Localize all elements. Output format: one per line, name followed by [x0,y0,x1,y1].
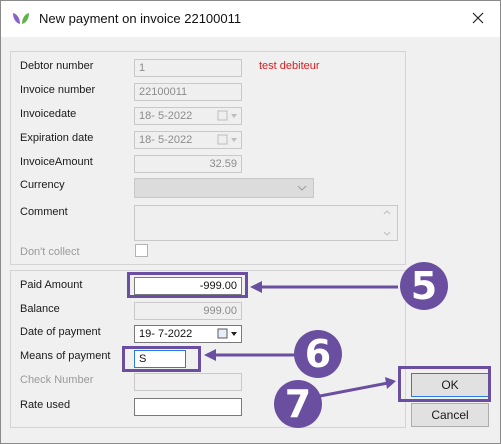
means-of-payment-highlight [122,346,201,372]
check-number-field [134,373,242,391]
paid-amount-label: Paid Amount [20,279,83,291]
step-7-number: 7 [284,382,312,426]
window-title: New payment on invoice 22100011 [39,11,242,26]
check-number-label: Check Number [20,374,94,386]
chevron-down-icon [297,185,307,191]
rate-used-input[interactable] [134,398,242,416]
means-of-payment-label: Means of payment [20,350,111,362]
debtor-number-label: Debtor number [20,60,94,72]
step-5-number: 5 [410,264,438,308]
close-icon[interactable] [468,7,488,29]
scroll-arrows-icon [383,210,391,236]
calendar-dropdown-icon[interactable] [217,328,239,340]
invoice-amount-field: 32.59 [134,155,242,173]
currency-select [134,178,314,198]
currency-label: Currency [20,179,65,191]
dont-collect-checkbox [135,244,148,257]
invoice-number-label: Invoice number [20,84,96,96]
date-of-payment-label: Date of payment [20,326,101,338]
balance-field: 999.00 [134,302,242,320]
calendar-dropdown-icon [217,110,237,121]
title-bar: New payment on invoice 22100011 [1,1,500,37]
brand-leaf-icon [13,13,29,24]
comment-textarea [134,205,398,241]
expiration-date-picker: 18- 5-2022 [134,131,242,149]
invoicedate-value: 18- 5-2022 [139,110,193,122]
calendar-dropdown-icon [217,134,237,145]
balance-label: Balance [20,303,60,315]
ok-button-highlight [398,366,491,402]
comment-label: Comment [20,206,68,218]
expiration-date-label: Expiration date [20,132,94,144]
dont-collect-label: Don't collect [20,246,80,258]
invoice-number-field: 22100011 [134,83,242,101]
cancel-button[interactable]: Cancel [411,403,489,427]
paid-amount-highlight [127,272,248,298]
date-of-payment-value: 19- 7-2022 [139,328,193,340]
invoicedate-label: Invoicedate [20,108,77,120]
invoicedate-picker: 18- 5-2022 [134,107,242,125]
debtor-name: test debiteur [259,60,320,72]
date-of-payment-picker[interactable]: 19- 7-2022 [134,325,242,343]
rate-used-label: Rate used [20,399,71,411]
step-6-number: 6 [304,332,332,376]
expiration-date-value: 18- 5-2022 [139,134,193,146]
debtor-number-field: 1 [134,59,242,77]
invoice-amount-label: InvoiceAmount [20,156,93,168]
